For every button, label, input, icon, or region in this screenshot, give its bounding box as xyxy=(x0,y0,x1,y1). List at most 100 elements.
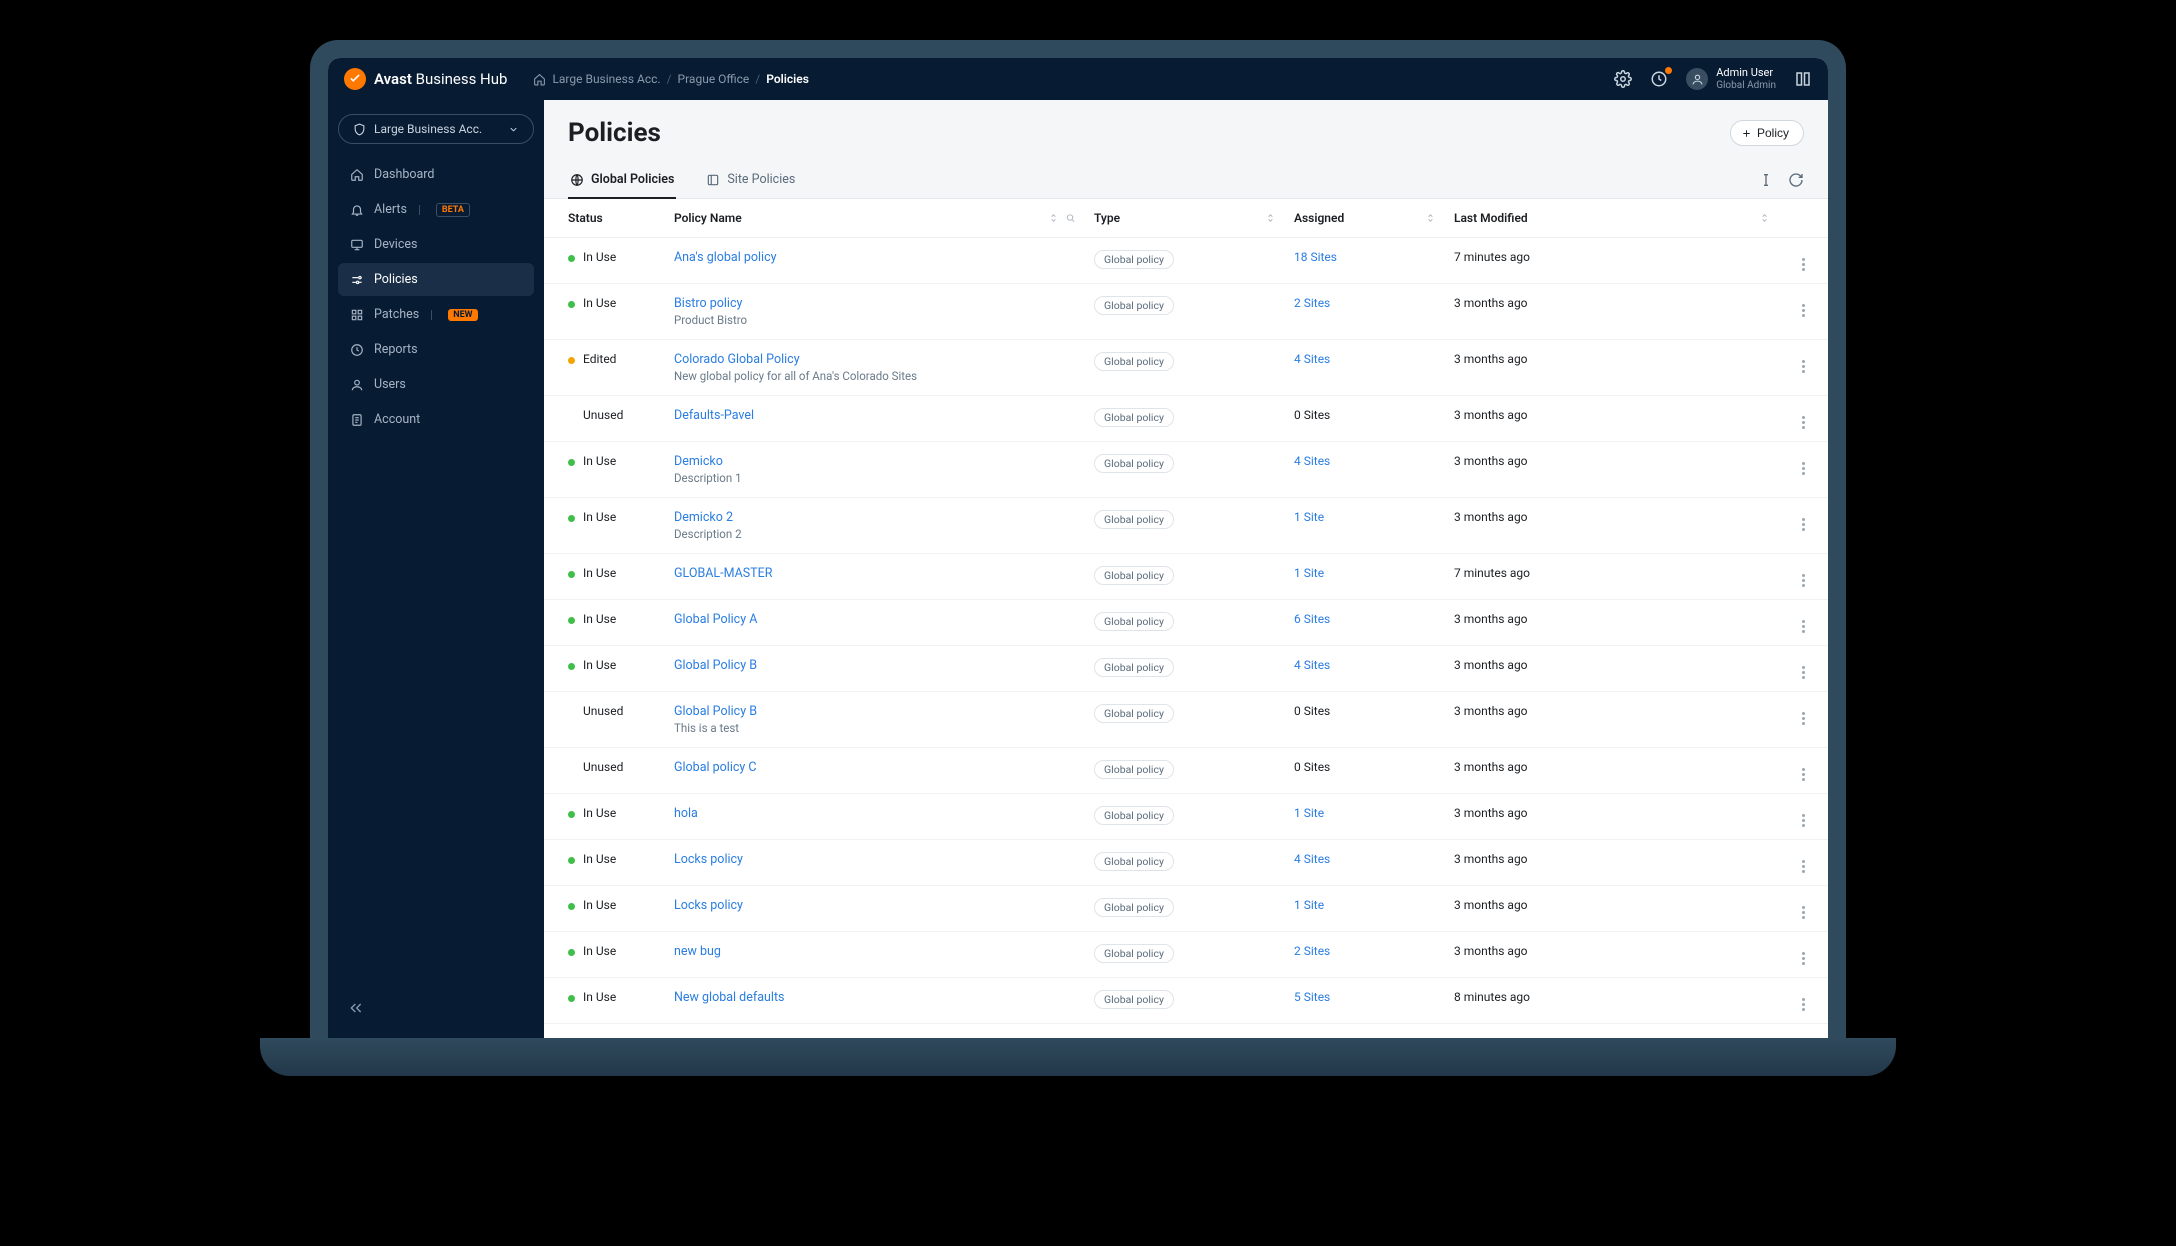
status-dot xyxy=(568,617,575,624)
policy-link[interactable]: Locks policy xyxy=(674,852,743,867)
home-icon[interactable] xyxy=(533,73,546,86)
tab-global-policies[interactable]: Global Policies xyxy=(568,162,676,199)
bell-icon xyxy=(350,203,364,217)
notifications-icon[interactable] xyxy=(1650,70,1668,88)
row-menu-icon[interactable] xyxy=(1802,304,1805,317)
type-pill: Global policy xyxy=(1094,566,1174,585)
modified-text: 7 minutes ago xyxy=(1454,566,1530,580)
row-menu-icon[interactable] xyxy=(1802,258,1805,271)
collapse-icon[interactable] xyxy=(348,1000,364,1016)
apps-icon[interactable] xyxy=(1794,70,1812,88)
col-assigned[interactable]: Assigned xyxy=(1284,199,1444,238)
assigned-value[interactable]: 6 Sites xyxy=(1294,612,1330,626)
policy-link[interactable]: Colorado Global Policy xyxy=(674,352,800,367)
modified-text: 7 minutes ago xyxy=(1454,250,1530,264)
col-modified[interactable]: Last Modified xyxy=(1444,199,1778,238)
assigned-value[interactable]: 4 Sites xyxy=(1294,852,1330,866)
table-row: UnusedDefaults-PavelGlobal policy0 Sites… xyxy=(544,396,1828,442)
row-menu-icon[interactable] xyxy=(1802,666,1805,679)
row-menu-icon[interactable] xyxy=(1802,462,1805,475)
table-wrap[interactable]: Status Policy Name Type xyxy=(544,199,1828,1040)
status-text: Unused xyxy=(583,760,623,774)
assigned-value[interactable]: 18 Sites xyxy=(1294,250,1337,264)
crumb-1[interactable]: Prague Office xyxy=(678,72,750,86)
row-menu-icon[interactable] xyxy=(1802,768,1805,781)
policy-link[interactable]: new bug xyxy=(674,944,721,959)
settings-icon[interactable] xyxy=(1614,70,1632,88)
crumb-0[interactable]: Large Business Acc. xyxy=(552,72,660,86)
sort-icon[interactable] xyxy=(1048,213,1059,224)
modified-text: 3 months ago xyxy=(1454,454,1528,468)
row-menu-icon[interactable] xyxy=(1802,712,1805,725)
policy-link[interactable]: Ana's global policy xyxy=(674,250,777,265)
assigned-value[interactable]: 4 Sites xyxy=(1294,454,1330,468)
policy-link[interactable]: Global Policy B xyxy=(674,704,757,719)
user-menu[interactable]: Admin User Global Admin xyxy=(1686,67,1776,90)
assigned-value[interactable]: 4 Sites xyxy=(1294,352,1330,366)
row-menu-icon[interactable] xyxy=(1802,620,1805,633)
assigned-value[interactable]: 4 Sites xyxy=(1294,658,1330,672)
refresh-icon[interactable] xyxy=(1788,172,1804,188)
policy-link[interactable]: GLOBAL-MASTER xyxy=(674,566,772,581)
sidebar-item-alerts[interactable]: AlertsBETA xyxy=(338,193,534,226)
assigned-value[interactable]: 1 Site xyxy=(1294,510,1324,524)
row-menu-icon[interactable] xyxy=(1802,518,1805,531)
table-row: In UseNew global defaultsGlobal policy5 … xyxy=(544,978,1828,1024)
row-menu-icon[interactable] xyxy=(1802,906,1805,919)
assigned-value[interactable]: 1 Site xyxy=(1294,898,1324,912)
policy-desc: New global policy for all of Ana's Color… xyxy=(674,369,1074,383)
nav-badge: BETA xyxy=(436,203,470,217)
row-menu-icon[interactable] xyxy=(1802,998,1805,1011)
status-dot xyxy=(568,857,575,864)
shield-icon xyxy=(353,123,366,136)
sidebar-item-patches[interactable]: PatchesNEW xyxy=(338,298,534,331)
assigned-value[interactable]: 2 Sites xyxy=(1294,944,1330,958)
sort-icon[interactable] xyxy=(1759,213,1770,224)
policy-desc: Description 2 xyxy=(674,527,1074,541)
sidebar-item-devices[interactable]: Devices xyxy=(338,228,534,261)
sliders-icon xyxy=(350,273,364,287)
assigned-value[interactable]: 2 Sites xyxy=(1294,296,1330,310)
assigned-value[interactable]: 1 Site xyxy=(1294,566,1324,580)
status-cell: In Use xyxy=(568,510,654,524)
row-menu-icon[interactable] xyxy=(1802,860,1805,873)
row-menu-icon[interactable] xyxy=(1802,574,1805,587)
col-type[interactable]: Type xyxy=(1084,199,1284,238)
policy-link[interactable]: Locks policy xyxy=(674,898,743,913)
add-policy-button[interactable]: Policy xyxy=(1730,120,1804,146)
sidebar-item-dashboard[interactable]: Dashboard xyxy=(338,158,534,191)
col-status[interactable]: Status xyxy=(544,199,664,238)
assigned-value[interactable]: 5 Sites xyxy=(1294,990,1330,1004)
status-text: In Use xyxy=(583,944,616,958)
policy-link[interactable]: Global Policy B xyxy=(674,658,757,673)
policy-link[interactable]: Global Policy A xyxy=(674,612,757,627)
type-pill: Global policy xyxy=(1094,704,1174,723)
policy-link[interactable]: Global policy C xyxy=(674,760,757,775)
sort-icon[interactable] xyxy=(1265,213,1276,224)
sidebar-item-reports[interactable]: Reports xyxy=(338,333,534,366)
col-policy-name[interactable]: Policy Name xyxy=(664,199,1084,238)
sidebar-item-policies[interactable]: Policies xyxy=(338,263,534,296)
row-menu-icon[interactable] xyxy=(1802,952,1805,965)
text-cursor-icon[interactable] xyxy=(1758,172,1774,188)
assigned-value[interactable]: 1 Site xyxy=(1294,806,1324,820)
sidebar-item-users[interactable]: Users xyxy=(338,368,534,401)
policy-link[interactable]: hola xyxy=(674,806,698,821)
sidebar: Large Business Acc. DashboardAlertsBETAD… xyxy=(328,100,544,1040)
tab-site-policies[interactable]: Site Policies xyxy=(704,162,797,199)
sort-icon[interactable] xyxy=(1425,213,1436,224)
policy-desc: This is a test xyxy=(674,721,1074,735)
sidebar-item-account[interactable]: Account xyxy=(338,403,534,436)
status-cell: In Use xyxy=(568,612,654,626)
row-menu-icon[interactable] xyxy=(1802,814,1805,827)
search-icon[interactable] xyxy=(1065,213,1076,224)
policy-link[interactable]: Demicko xyxy=(674,454,723,469)
row-menu-icon[interactable] xyxy=(1802,416,1805,429)
policy-link[interactable]: New global defaults xyxy=(674,990,784,1005)
policy-link[interactable]: Bistro policy xyxy=(674,296,742,311)
status-cell: Edited xyxy=(568,352,654,366)
site-selector[interactable]: Large Business Acc. xyxy=(338,114,534,144)
row-menu-icon[interactable] xyxy=(1802,360,1805,373)
policy-link[interactable]: Demicko 2 xyxy=(674,510,733,525)
policy-link[interactable]: Defaults-Pavel xyxy=(674,408,754,423)
